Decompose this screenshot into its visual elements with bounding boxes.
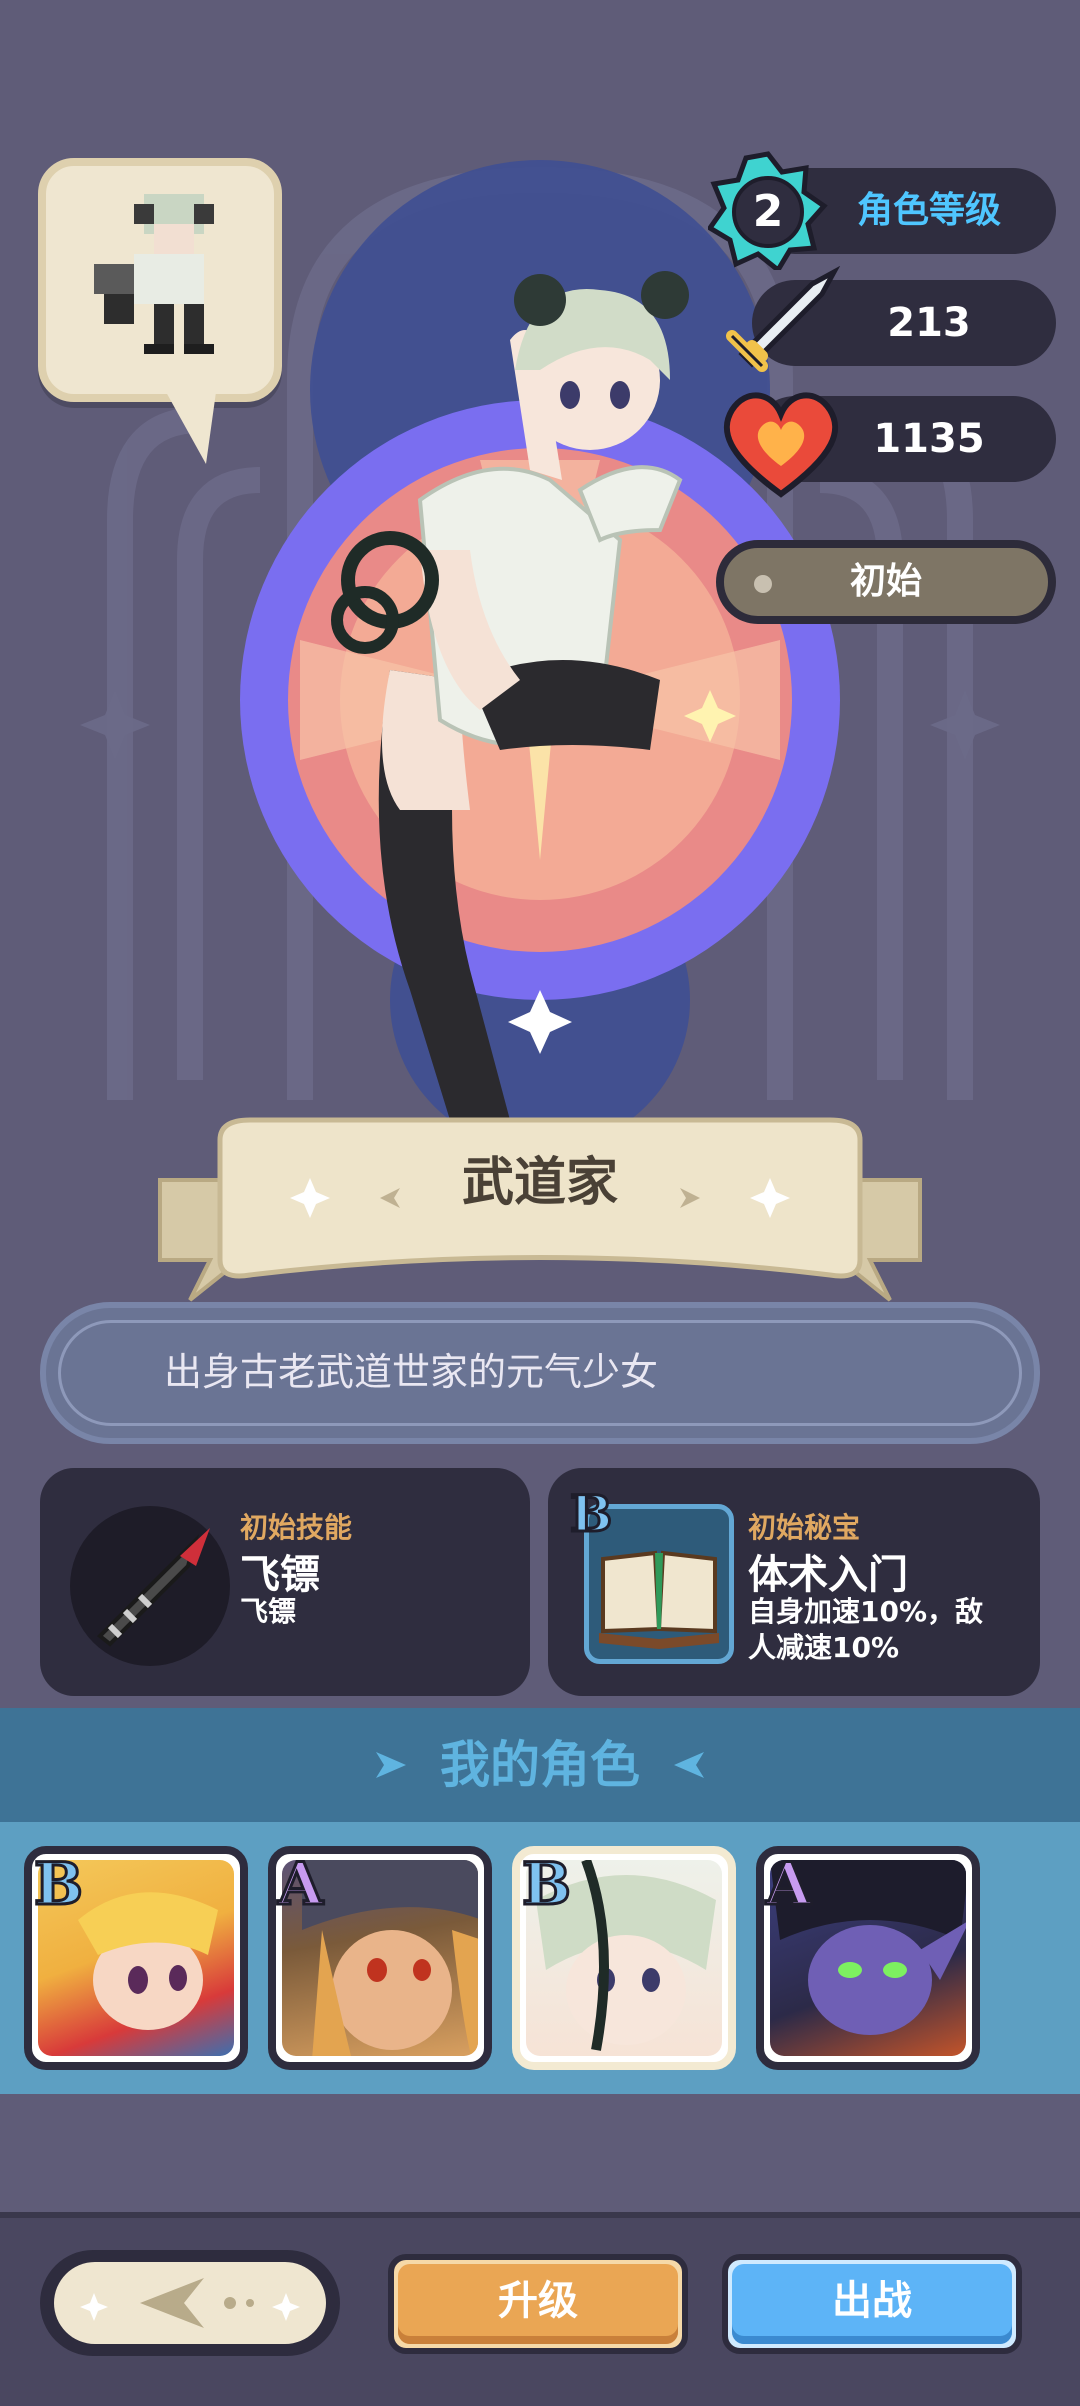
upgrade-button-label: 升级 (498, 2278, 578, 2324)
relic-description-line1: 自身加速10%，敌 (748, 1595, 984, 1628)
starting-skill-card[interactable]: 初始技能 飞镖 飞镖 (40, 1468, 530, 1696)
level-value: 2 (752, 186, 784, 237)
wing-ornament-left-icon (376, 1752, 406, 1778)
health-value: 1135 (873, 416, 985, 462)
relic-card-caption: 初始秘宝 (748, 1511, 861, 1544)
skill-name: 飞镖 (240, 1552, 320, 1598)
pixel-avatar-icon (94, 194, 214, 354)
character-2-grade: A (276, 1850, 324, 1920)
character-description: 出身古老武道世家的元气少女 (164, 1350, 659, 1394)
character-name: 武道家 (461, 1153, 618, 1213)
character-slot-1[interactable]: B (24, 1846, 248, 2070)
heart-icon (723, 392, 839, 498)
character-3-grade: B (520, 1850, 572, 1920)
character-slot-3-selected[interactable]: B (512, 1846, 736, 2070)
menu-button[interactable] (40, 2250, 340, 2356)
skill-card-caption: 初始技能 (240, 1511, 353, 1544)
menu-button-face (54, 2262, 326, 2344)
ornament-menu-icon (80, 2278, 300, 2328)
sword-icon (726, 266, 841, 372)
character-illustration (331, 271, 689, 1120)
description-box: 出身古老武道世家的元气少女 (40, 1302, 1040, 1444)
attack-value: 213 (887, 300, 971, 346)
character-slot-4[interactable]: A (756, 1846, 980, 2070)
rarity-label: 初始 (849, 561, 922, 602)
pixel-avatar-bubble[interactable] (38, 158, 282, 464)
deploy-button[interactable]: 出战 (722, 2254, 1022, 2354)
wing-ornament-right-icon (674, 1752, 704, 1778)
skill-subtitle: 飞镖 (240, 1595, 297, 1628)
character-slot-2[interactable]: A (268, 1846, 492, 2070)
roster-header: 我的角色 (0, 1708, 1080, 1822)
roster-title: 我的角色 (440, 1736, 640, 1794)
character-1-grade: B (32, 1850, 84, 1920)
relic-description-line2: 人减速10% (748, 1631, 900, 1664)
dart-skill-icon (70, 1506, 230, 1666)
upgrade-button[interactable]: 升级 (388, 2254, 688, 2354)
deploy-button-label: 出战 (832, 2278, 912, 2324)
starting-relic-card[interactable]: B 初始秘宝 体术入门 自身加速10%，敌 人减速10% (548, 1468, 1040, 1696)
rarity-tag: 初始 (716, 540, 1056, 624)
roster-strip: B A B A (0, 1822, 1080, 2094)
character-4-grade: A (764, 1850, 812, 1920)
relic-name: 体术入门 (748, 1552, 908, 1598)
level-label: 角色等级 (856, 190, 1001, 231)
relic-grade-badge: B (568, 1483, 613, 1545)
